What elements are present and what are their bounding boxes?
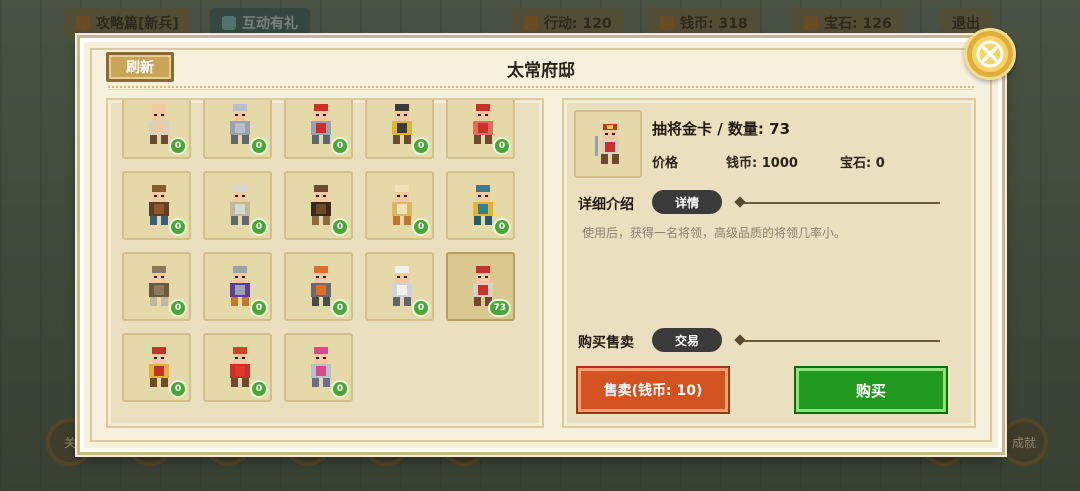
price-row: 价格 钱币: 1000 宝石: 0 bbox=[652, 152, 885, 171]
coin-price: 钱币: 1000 bbox=[726, 156, 798, 171]
item-count-badge: 0 bbox=[493, 218, 511, 236]
panel-title: 太常府邸 bbox=[507, 61, 575, 81]
close-button[interactable] bbox=[964, 28, 1016, 80]
item-count-badge: 0 bbox=[250, 380, 268, 398]
item-count-badge: 0 bbox=[169, 380, 187, 398]
intro-label: 详细介绍 bbox=[578, 197, 634, 213]
item-title: 抽将金卡 / 数量: 73 bbox=[652, 120, 791, 138]
item-slot-flaming-sword[interactable]: 0 bbox=[284, 333, 353, 402]
item-count-badge: 0 bbox=[169, 137, 187, 155]
item-slot-treasure-map[interactable]: 0 bbox=[365, 171, 434, 240]
item-count-badge: 0 bbox=[331, 380, 349, 398]
item-slot-red-plume-general[interactable]: 0 bbox=[203, 333, 272, 402]
item-slot-red-armored-general[interactable]: 0 bbox=[122, 333, 191, 402]
gold-card-general-icon bbox=[595, 124, 619, 164]
price-label: 价格 bbox=[652, 156, 679, 171]
item-count-badge: 0 bbox=[493, 137, 511, 155]
selected-item-icon bbox=[574, 110, 642, 178]
item-slot-gold-card-general[interactable]: 73 bbox=[446, 252, 515, 321]
sell-button[interactable]: 售卖(钱币: 10) bbox=[578, 368, 728, 412]
item-count-badge: 0 bbox=[250, 137, 268, 155]
details-button[interactable]: 详情 bbox=[652, 190, 722, 214]
shop-panel: 刷新 太常府邸 0 0 0 0 0 0 0 0 0 0 0 0 0 0 73 0 0 0 抽将金卡 / bbox=[80, 28, 1016, 452]
item-slot-hat-official[interactable]: 0 bbox=[365, 100, 434, 159]
item-slot-fire-cauldron[interactable]: 0 bbox=[284, 252, 353, 321]
item-slot-red-cap-warrior[interactable]: 0 bbox=[446, 100, 515, 159]
item-slot-siege-cart[interactable]: 0 bbox=[284, 171, 353, 240]
gem-price: 宝石: 0 bbox=[840, 156, 885, 171]
item-count-badge: 0 bbox=[169, 218, 187, 236]
trade-button[interactable]: 交易 bbox=[652, 328, 722, 352]
trade-divider bbox=[740, 340, 940, 342]
item-description: 使用后，获得一名将领，高级品质的将领几率小。 bbox=[582, 226, 847, 240]
item-count-badge: 0 bbox=[412, 137, 430, 155]
item-count-badge: 0 bbox=[169, 299, 187, 317]
buy-button[interactable]: 购买 bbox=[796, 368, 946, 412]
item-count-badge: 0 bbox=[331, 137, 349, 155]
item-slot-battle-axe-shield[interactable]: 0 bbox=[203, 252, 272, 321]
item-grid: 0 0 0 0 0 0 0 0 0 0 0 0 0 0 73 0 0 0 bbox=[106, 98, 544, 428]
trade-label: 购买售卖 bbox=[578, 335, 634, 351]
item-slot-spear-general[interactable]: 0 bbox=[203, 171, 272, 240]
item-count-badge: 0 bbox=[250, 299, 268, 317]
item-count-badge: 0 bbox=[412, 299, 430, 317]
item-count-badge: 73 bbox=[488, 299, 511, 317]
item-slot-gold-chest[interactable]: 0 bbox=[446, 171, 515, 240]
item-count-badge: 0 bbox=[331, 218, 349, 236]
item-slot-soldier-sword[interactable]: 0 bbox=[122, 100, 191, 159]
item-slot-armored-knight[interactable]: 0 bbox=[203, 100, 272, 159]
title-divider bbox=[108, 86, 974, 90]
item-slot-plumed-general[interactable]: 0 bbox=[284, 100, 353, 159]
item-count-badge: 0 bbox=[412, 218, 430, 236]
intro-divider bbox=[740, 202, 940, 204]
close-icon bbox=[976, 40, 1004, 68]
item-count-badge: 0 bbox=[331, 299, 349, 317]
item-slot-ore-rock[interactable]: 0 bbox=[122, 252, 191, 321]
item-count-badge: 0 bbox=[250, 218, 268, 236]
item-detail-pane: 抽将金卡 / 数量: 73 价格 钱币: 1000 宝石: 0 详细介绍 详情 … bbox=[562, 98, 976, 428]
item-slot-white-robed-strategist[interactable]: 0 bbox=[365, 252, 434, 321]
item-slot-shield-barbarian[interactable]: 0 bbox=[122, 171, 191, 240]
